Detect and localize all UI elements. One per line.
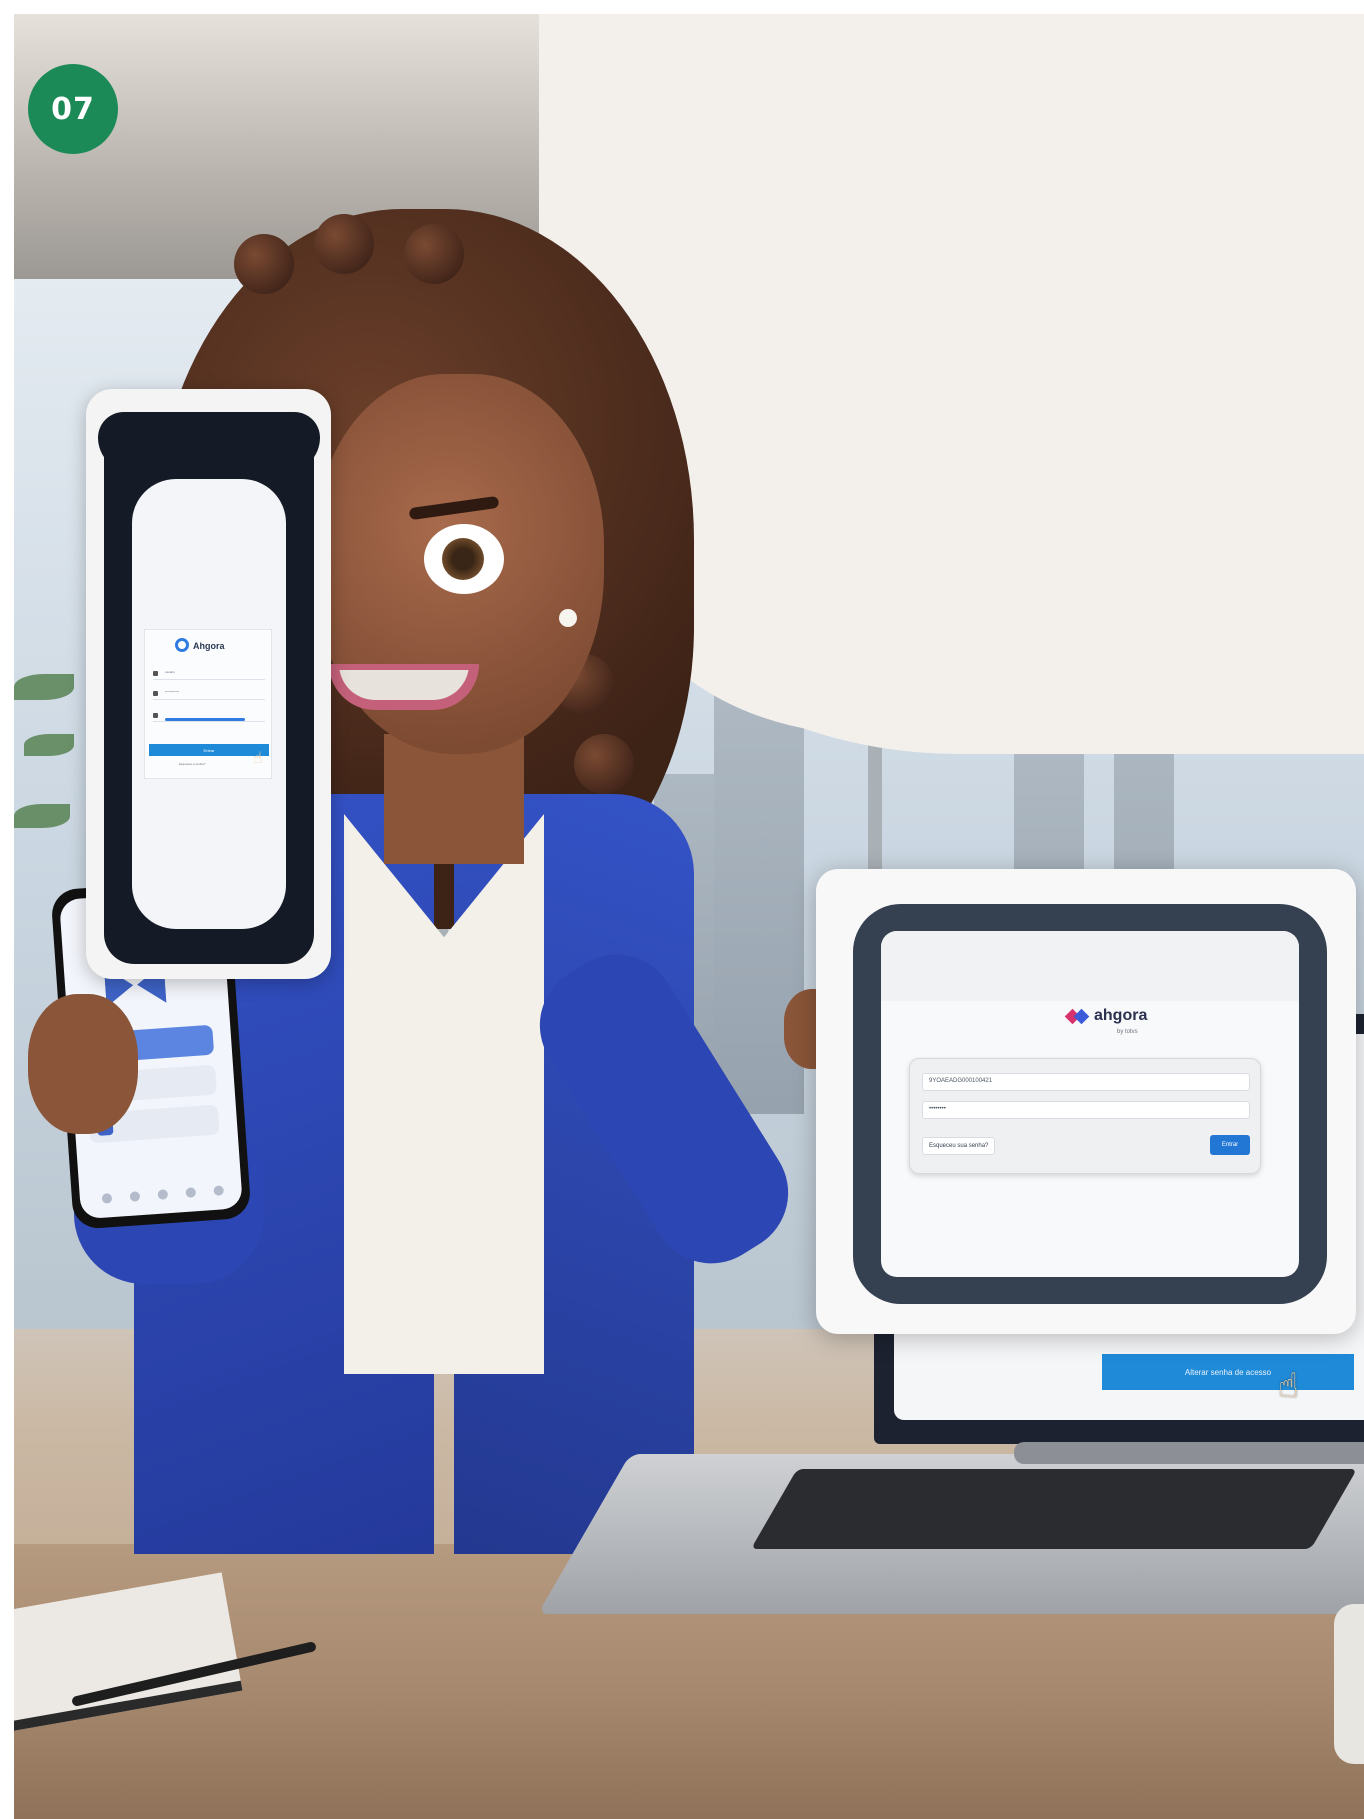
login-button[interactable]: Entrar [1210,1135,1250,1155]
username-field[interactable]: usuário [153,668,265,680]
password-field[interactable]: •••••••• [922,1101,1250,1119]
pointer-hand-icon: ☝ [1278,1367,1299,1405]
change-password-button[interactable]: Alterar senha de acesso [1102,1354,1354,1390]
plant-leaf [24,734,74,756]
tab-icon[interactable] [129,1191,141,1202]
laptop-frame: ahgora by totvs 9YOAEADG000100421 ••••••… [853,904,1327,1304]
tab-icon[interactable] [185,1187,197,1198]
username-value: usuário [165,670,175,674]
forgot-password-link[interactable]: Esqueceu a senha? [179,762,206,766]
plant-leaf [14,804,70,828]
phone-notch [98,412,320,472]
app-logo-text: Ahgora [193,641,225,651]
illustration-scene: Alterar senha de acesso ☝ 07 Ahgora usuá… [14,14,1364,1819]
phone-login-mockup: Ahgora usuário ************ Entrar Esque [86,389,331,979]
laptop-keyboard [750,1469,1358,1549]
hair-curl [234,234,294,294]
laptop-login-screen: ahgora by totvs 9YOAEADG000100421 ••••••… [881,931,1299,1277]
plant-leaf [14,674,74,700]
hair-curl [404,224,464,284]
hair-curl [314,214,374,274]
header-strip [881,931,1299,1001]
key-icon [153,713,158,718]
character-iris [442,538,484,580]
forgot-password-button[interactable]: Esqueceu sua senha? [922,1137,996,1155]
password-field[interactable]: ************ [153,688,265,700]
phone-login-screen: Ahgora usuário ************ Entrar Esque [132,479,286,929]
character-hand [28,994,138,1134]
hair-curl [574,734,634,794]
plant-pot [1334,1604,1364,1764]
ahgora-logo: ahgora [1064,1007,1148,1025]
lock-icon [153,691,158,696]
logo-subtitle: by totvs [1117,1029,1138,1035]
tab-icon[interactable] [213,1185,225,1196]
ahgora-logo-icon [1064,1007,1090,1025]
tab-icon[interactable] [157,1189,169,1200]
login-button[interactable]: Entrar [149,744,269,756]
phone-frame: Ahgora usuário ************ Entrar Esque [98,412,320,964]
tab-icon[interactable] [101,1193,113,1204]
logo-text: ahgora [1094,1007,1148,1024]
login-id-field[interactable]: 9YOAEADG000100421 [922,1073,1250,1091]
step-number-badge: 07 [28,64,118,154]
character-earring [559,609,577,627]
character-smile [329,664,479,710]
user-icon [153,671,158,676]
login-form: 9YOAEADG000100421 •••••••• Esqueceu sua … [909,1058,1261,1174]
laptop-login-mockup: ahgora by totvs 9YOAEADG000100421 ••••••… [816,869,1356,1334]
login-card: Ahgora usuário ************ Entrar Esque [144,629,272,779]
password-value: ************ [165,690,180,694]
laptop-hinge [1014,1442,1364,1464]
ahgora-logo-icon [175,638,189,652]
progress-bar [165,718,245,721]
pointer-hand-icon: ☝ [253,750,263,767]
